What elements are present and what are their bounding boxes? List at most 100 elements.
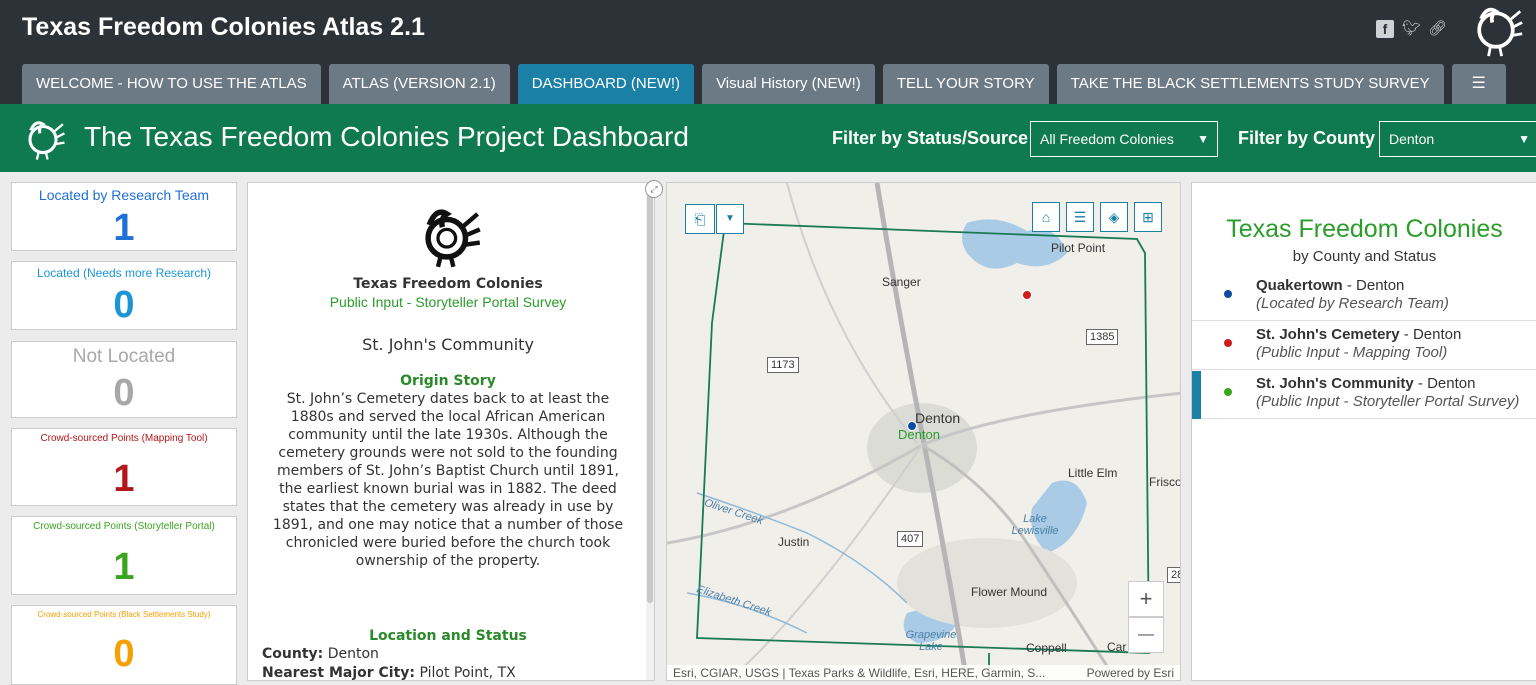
list-item-status: (Located by Research Team) bbox=[1256, 295, 1449, 312]
county-field: County: Denton bbox=[262, 646, 379, 662]
map-point-st-johns-cemetery[interactable] bbox=[1022, 290, 1032, 300]
map-label-justin: Justin bbox=[778, 535, 810, 549]
chevron-down-icon: ▼ bbox=[1518, 132, 1530, 146]
app-title: Texas Freedom Colonies Atlas 2.1 bbox=[22, 13, 425, 41]
tab-survey[interactable]: TAKE THE BLACK SETTLEMENTS STUDY SURVEY bbox=[1056, 64, 1444, 104]
dashboard-title: The Texas Freedom Colonies Project Dashb… bbox=[84, 121, 689, 152]
indicator-label: Crowd-sourced Points (Mapping Tool) bbox=[40, 433, 208, 444]
tab-dashboard[interactable]: DASHBOARD (NEW!) bbox=[517, 64, 695, 104]
main-tabs: WELCOME - HOW TO USE THE ATLAS ATLAS (VE… bbox=[22, 64, 1506, 104]
indicator-crowd-storyteller-portal: Crowd-sourced Points (Storyteller Portal… bbox=[11, 516, 237, 595]
home-icon[interactable]: ⌂ bbox=[1032, 202, 1060, 232]
tab-visual-history[interactable]: Visual History (NEW!) bbox=[702, 64, 875, 104]
expand-icon[interactable]: ⤢ bbox=[645, 180, 663, 198]
list-item-status: (Public Input - Mapping Tool) bbox=[1256, 344, 1448, 361]
link-icon[interactable]: 🔗︎ bbox=[1428, 20, 1447, 38]
map-label-denton: Denton bbox=[915, 410, 961, 426]
map-label-coppell: Coppell bbox=[1026, 641, 1067, 655]
draw-select-button[interactable]: ⎗ bbox=[685, 204, 715, 234]
map-attribution: Esri, CGIAR, USGS | Texas Parks & Wildli… bbox=[667, 665, 1180, 680]
tab-menu-icon[interactable]: ☰ bbox=[1451, 64, 1506, 104]
community-name: St. John's Community bbox=[362, 335, 534, 354]
indicator-not-located: Not Located 0 bbox=[11, 341, 237, 418]
indicator-value: 0 bbox=[113, 633, 135, 675]
colonies-list-panel: Texas Freedom Colonies by County and Sta… bbox=[1191, 182, 1536, 681]
tab-welcome[interactable]: WELCOME - HOW TO USE THE ATLAS bbox=[22, 64, 321, 104]
social-links: f 🐦︎ 🔗︎ bbox=[1376, 20, 1447, 38]
map-label-grapevine-lake: Grapevine Lake bbox=[905, 629, 957, 653]
list-item-status: (Public Input - Storyteller Portal Surve… bbox=[1256, 393, 1520, 410]
indicator-label: Not Located bbox=[72, 346, 176, 367]
indicator-label: Located by Research Team bbox=[38, 187, 210, 203]
filter-status-select[interactable]: All Freedom Colonies ▼ bbox=[1030, 121, 1218, 157]
indicator-label: Located (Needs more Research) bbox=[36, 266, 212, 280]
map-label-frisco: Frisco bbox=[1149, 475, 1181, 489]
list-item-st-johns-community[interactable]: St. John's Community - Denton (Public In… bbox=[1192, 371, 1536, 419]
nearest-city-key: Nearest Major City: bbox=[262, 665, 416, 681]
facebook-icon[interactable]: f bbox=[1376, 20, 1394, 38]
survey-subtitle: Public Input - Storyteller Portal Survey bbox=[329, 294, 567, 310]
indicator-value: 1 bbox=[113, 458, 135, 500]
dashboard-header: The Texas Freedom Colonies Project Dashb… bbox=[0, 104, 1536, 172]
legend-icon[interactable]: ☰ bbox=[1066, 202, 1094, 232]
list-item-st-johns-cemetery[interactable]: St. John's Cemetery - Denton (Public Inp… bbox=[1192, 322, 1536, 370]
survey-detail-panel: Texas Freedom Colonies Public Input - St… bbox=[247, 182, 655, 681]
filter-county-select[interactable]: Denton ▼ bbox=[1379, 121, 1536, 157]
status-dot bbox=[1224, 388, 1232, 396]
map-label-little-elm: Little Elm bbox=[1068, 466, 1118, 480]
indicator-value: 0 bbox=[113, 284, 135, 326]
tab-atlas[interactable]: ATLAS (VERSION 2.1) bbox=[328, 64, 510, 104]
filter-county-label: Filter by County bbox=[1238, 128, 1376, 148]
survey-scrollbar[interactable] bbox=[646, 183, 654, 680]
indicator-crowd-mapping-tool: Crowd-sourced Points (Mapping Tool) 1 bbox=[11, 428, 237, 506]
county-value: Denton bbox=[327, 646, 379, 662]
indicator-value: 1 bbox=[113, 546, 135, 588]
map-label-lake-lewisville: Lake Lewisville bbox=[1011, 513, 1059, 537]
survey-title: Texas Freedom Colonies bbox=[353, 276, 543, 292]
list-title: Texas Freedom Colonies bbox=[1226, 215, 1503, 243]
indicator-located-needs-research: Located (Needs more Research) 0 bbox=[11, 261, 237, 330]
basemap-gallery-icon[interactable]: ⊞ bbox=[1134, 202, 1162, 232]
list-item-name: St. John's Community - Denton bbox=[1256, 375, 1476, 392]
map-label-flower-mound: Flower Mound bbox=[971, 585, 1048, 599]
sankofa-logo bbox=[1477, 7, 1523, 57]
indicator-located-research-team: Located by Research Team 1 bbox=[11, 182, 237, 251]
map-label-pilot-point: Pilot Point bbox=[1051, 241, 1106, 255]
filter-status-label: Filter by Status/Source bbox=[832, 128, 1029, 148]
indicator-crowd-black-settlements: Crowd-sourced Points (Black Settlements … bbox=[11, 605, 237, 685]
twitter-icon[interactable]: 🐦︎ bbox=[1402, 20, 1421, 38]
highway-shield-1385: 1385 bbox=[1086, 329, 1119, 345]
app-header: Texas Freedom Colonies Atlas 2.1 f 🐦︎ 🔗︎… bbox=[0, 0, 1536, 104]
tab-tell-your-story[interactable]: TELL YOUR STORY bbox=[882, 64, 1049, 104]
zoom-in-button[interactable]: + bbox=[1128, 581, 1164, 617]
list-item-name: St. John's Cemetery - Denton bbox=[1256, 326, 1462, 343]
location-status-heading: Location and Status bbox=[369, 628, 527, 644]
chevron-down-icon[interactable]: ▼ bbox=[716, 204, 744, 234]
sankofa-logo bbox=[425, 209, 481, 268]
powered-by-esri[interactable]: Powered by Esri bbox=[1087, 665, 1174, 680]
sankofa-icon bbox=[28, 121, 65, 160]
highway-shield-1173: 1173 bbox=[767, 357, 799, 373]
county-key: County: bbox=[262, 646, 324, 662]
list-subtitle: by County and Status bbox=[1292, 248, 1437, 265]
map-label-carrollton: Car bbox=[1107, 640, 1127, 654]
status-dot bbox=[1224, 290, 1232, 298]
filter-status-value: All Freedom Colonies bbox=[1040, 131, 1174, 147]
indicator-label: Crowd-sourced Points (Black Settlements … bbox=[37, 610, 211, 619]
indicator-value: 1 bbox=[113, 207, 135, 249]
status-dot bbox=[1224, 339, 1232, 347]
indicator-label: Crowd-sourced Points (Storyteller Portal… bbox=[33, 521, 215, 532]
highway-shield-28: 28 bbox=[1167, 567, 1180, 583]
origin-story-heading: Origin Story bbox=[400, 373, 496, 389]
list-item-quakertown[interactable]: Quakertown - Denton (Located by Research… bbox=[1192, 273, 1536, 321]
map-label-denton-green: Denton bbox=[898, 427, 940, 442]
layers-icon[interactable]: ◈ bbox=[1100, 202, 1128, 232]
attribution-text: Esri, CGIAR, USGS | Texas Parks & Wildli… bbox=[673, 666, 1046, 680]
indicator-value: 0 bbox=[113, 372, 135, 414]
zoom-out-button[interactable]: — bbox=[1128, 617, 1164, 653]
map-label-sanger: Sanger bbox=[882, 275, 921, 289]
map-view[interactable]: Pilot Point Sanger Denton Denton Little … bbox=[666, 182, 1181, 681]
nearest-city-field: Nearest Major City: Pilot Point, TX bbox=[262, 665, 516, 681]
scrollbar-thumb[interactable] bbox=[647, 193, 653, 603]
chevron-down-icon: ▼ bbox=[1197, 132, 1209, 146]
